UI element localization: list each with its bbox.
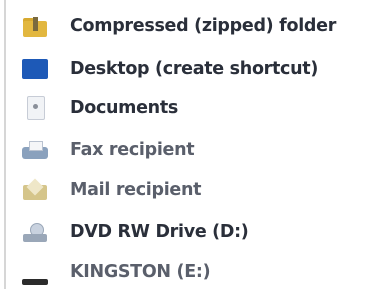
desktop-icon — [20, 54, 50, 84]
menu-item-mail-recipient[interactable]: Mail recipient — [10, 170, 378, 210]
menu-item-label: DVD RW Drive (D:) — [70, 222, 249, 242]
menu-item-label: Fax recipient — [70, 140, 195, 160]
menu-item-label: Mail recipient — [70, 180, 202, 200]
send-to-submenu: Compressed (zipped) folder Desktop (crea… — [0, 0, 378, 289]
dvd-drive-icon — [20, 217, 50, 247]
menu-item-fax-recipient[interactable]: Fax recipient — [10, 130, 378, 170]
zip-folder-icon — [20, 11, 50, 41]
menu-item-desktop-shortcut[interactable]: Desktop (create shortcut) — [10, 49, 378, 89]
menu-item-dvd-rw-drive[interactable]: DVD RW Drive (D:) — [10, 212, 378, 252]
menu-divider — [4, 0, 6, 289]
menu-item-documents[interactable]: Documents — [10, 88, 378, 128]
menu-item-kingston-drive[interactable]: KINGSTON (E:) — [10, 252, 378, 292]
fax-icon — [20, 135, 50, 165]
menu-item-compressed-folder[interactable]: Compressed (zipped) folder — [10, 6, 378, 46]
documents-icon — [20, 93, 50, 123]
menu-item-label: KINGSTON (E:) — [70, 262, 211, 282]
mail-icon — [20, 175, 50, 205]
usb-drive-icon — [20, 257, 50, 287]
menu-item-label: Documents — [70, 98, 179, 118]
menu-item-label: Compressed (zipped) folder — [70, 16, 337, 36]
menu-item-label: Desktop (create shortcut) — [70, 59, 319, 79]
